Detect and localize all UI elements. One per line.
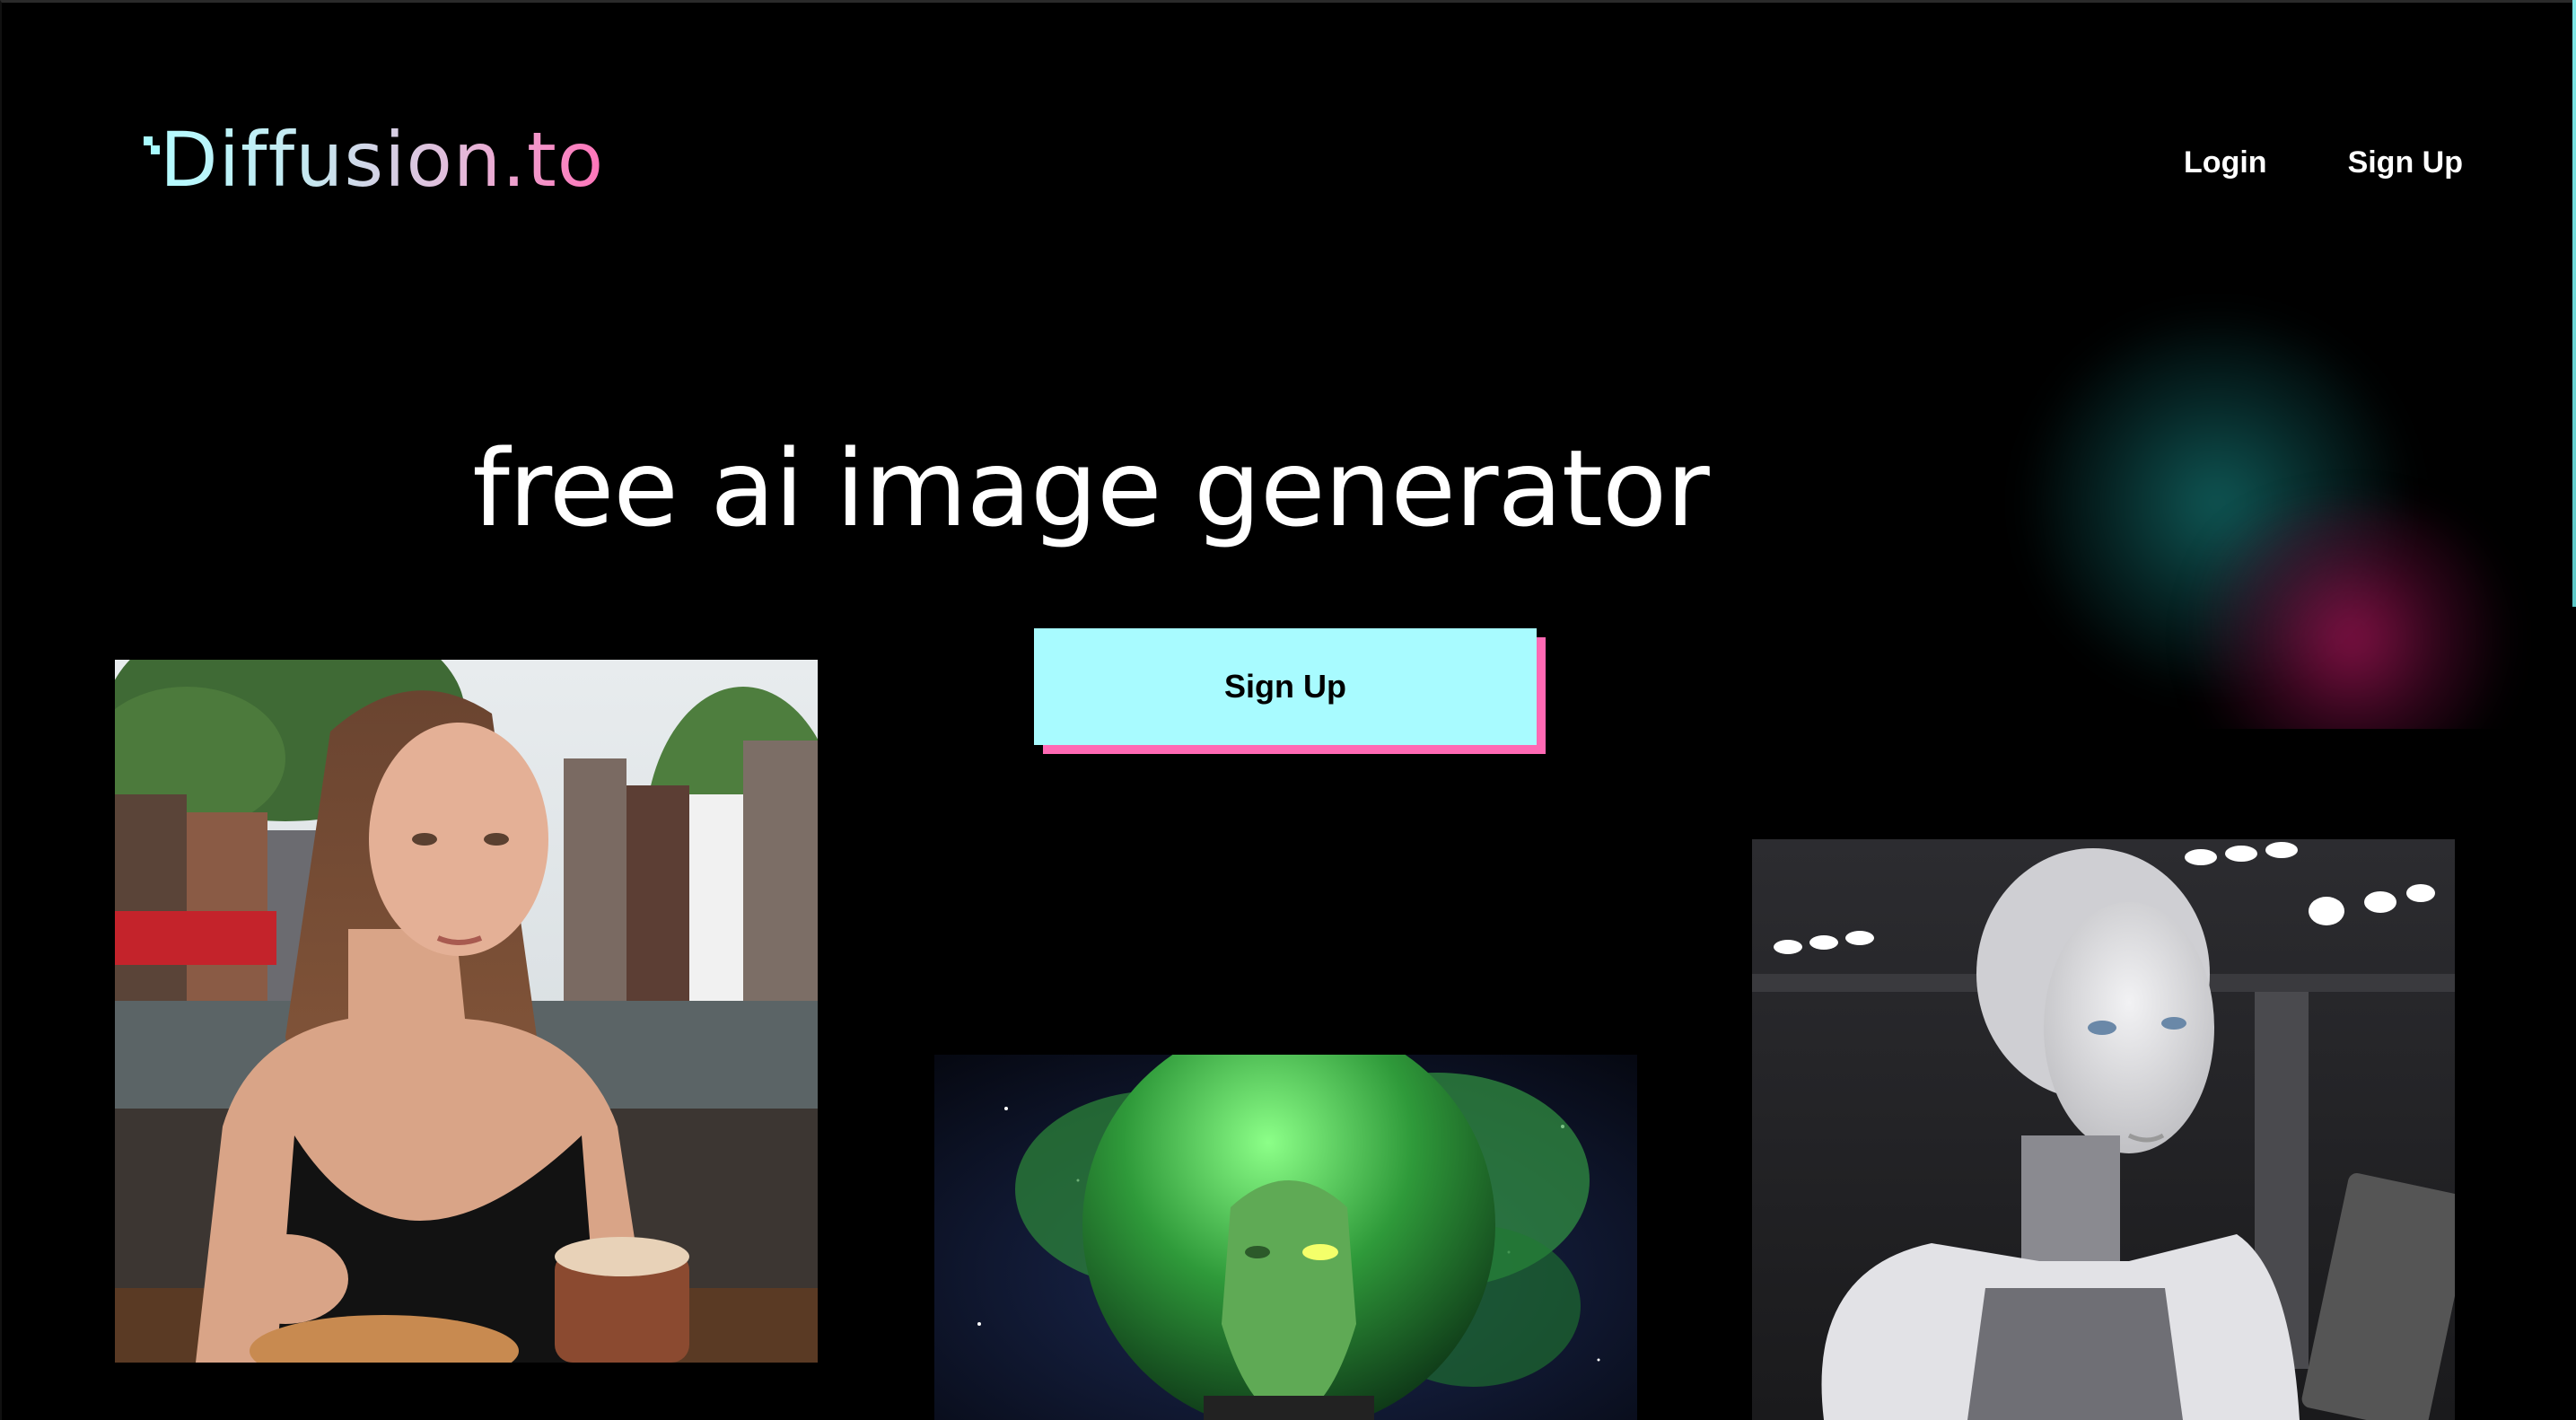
alien-astronaut-illustration <box>934 1055 1637 1420</box>
site-logo[interactable]: Diffusion.to <box>144 115 604 205</box>
logo-pixel-icon <box>144 124 160 196</box>
gallery-image-robot <box>1752 839 2455 1420</box>
signup-cta-button[interactable]: Sign Up <box>1034 628 1537 745</box>
login-link[interactable]: Login <box>2184 145 2267 180</box>
cta-container: Sign Up <box>1034 628 1546 754</box>
top-nav: Login Sign Up <box>2184 145 2463 180</box>
gallery-image-alien-astronaut <box>934 1055 1637 1420</box>
logo-text: Diffusion.to <box>160 116 605 204</box>
robot-illustration <box>1752 839 2455 1420</box>
hero-headline: free ai image generator <box>472 426 1710 550</box>
woman-cafe-illustration <box>115 660 818 1363</box>
gallery-image-woman-cafe <box>115 660 818 1363</box>
signup-link[interactable]: Sign Up <box>2348 145 2463 180</box>
